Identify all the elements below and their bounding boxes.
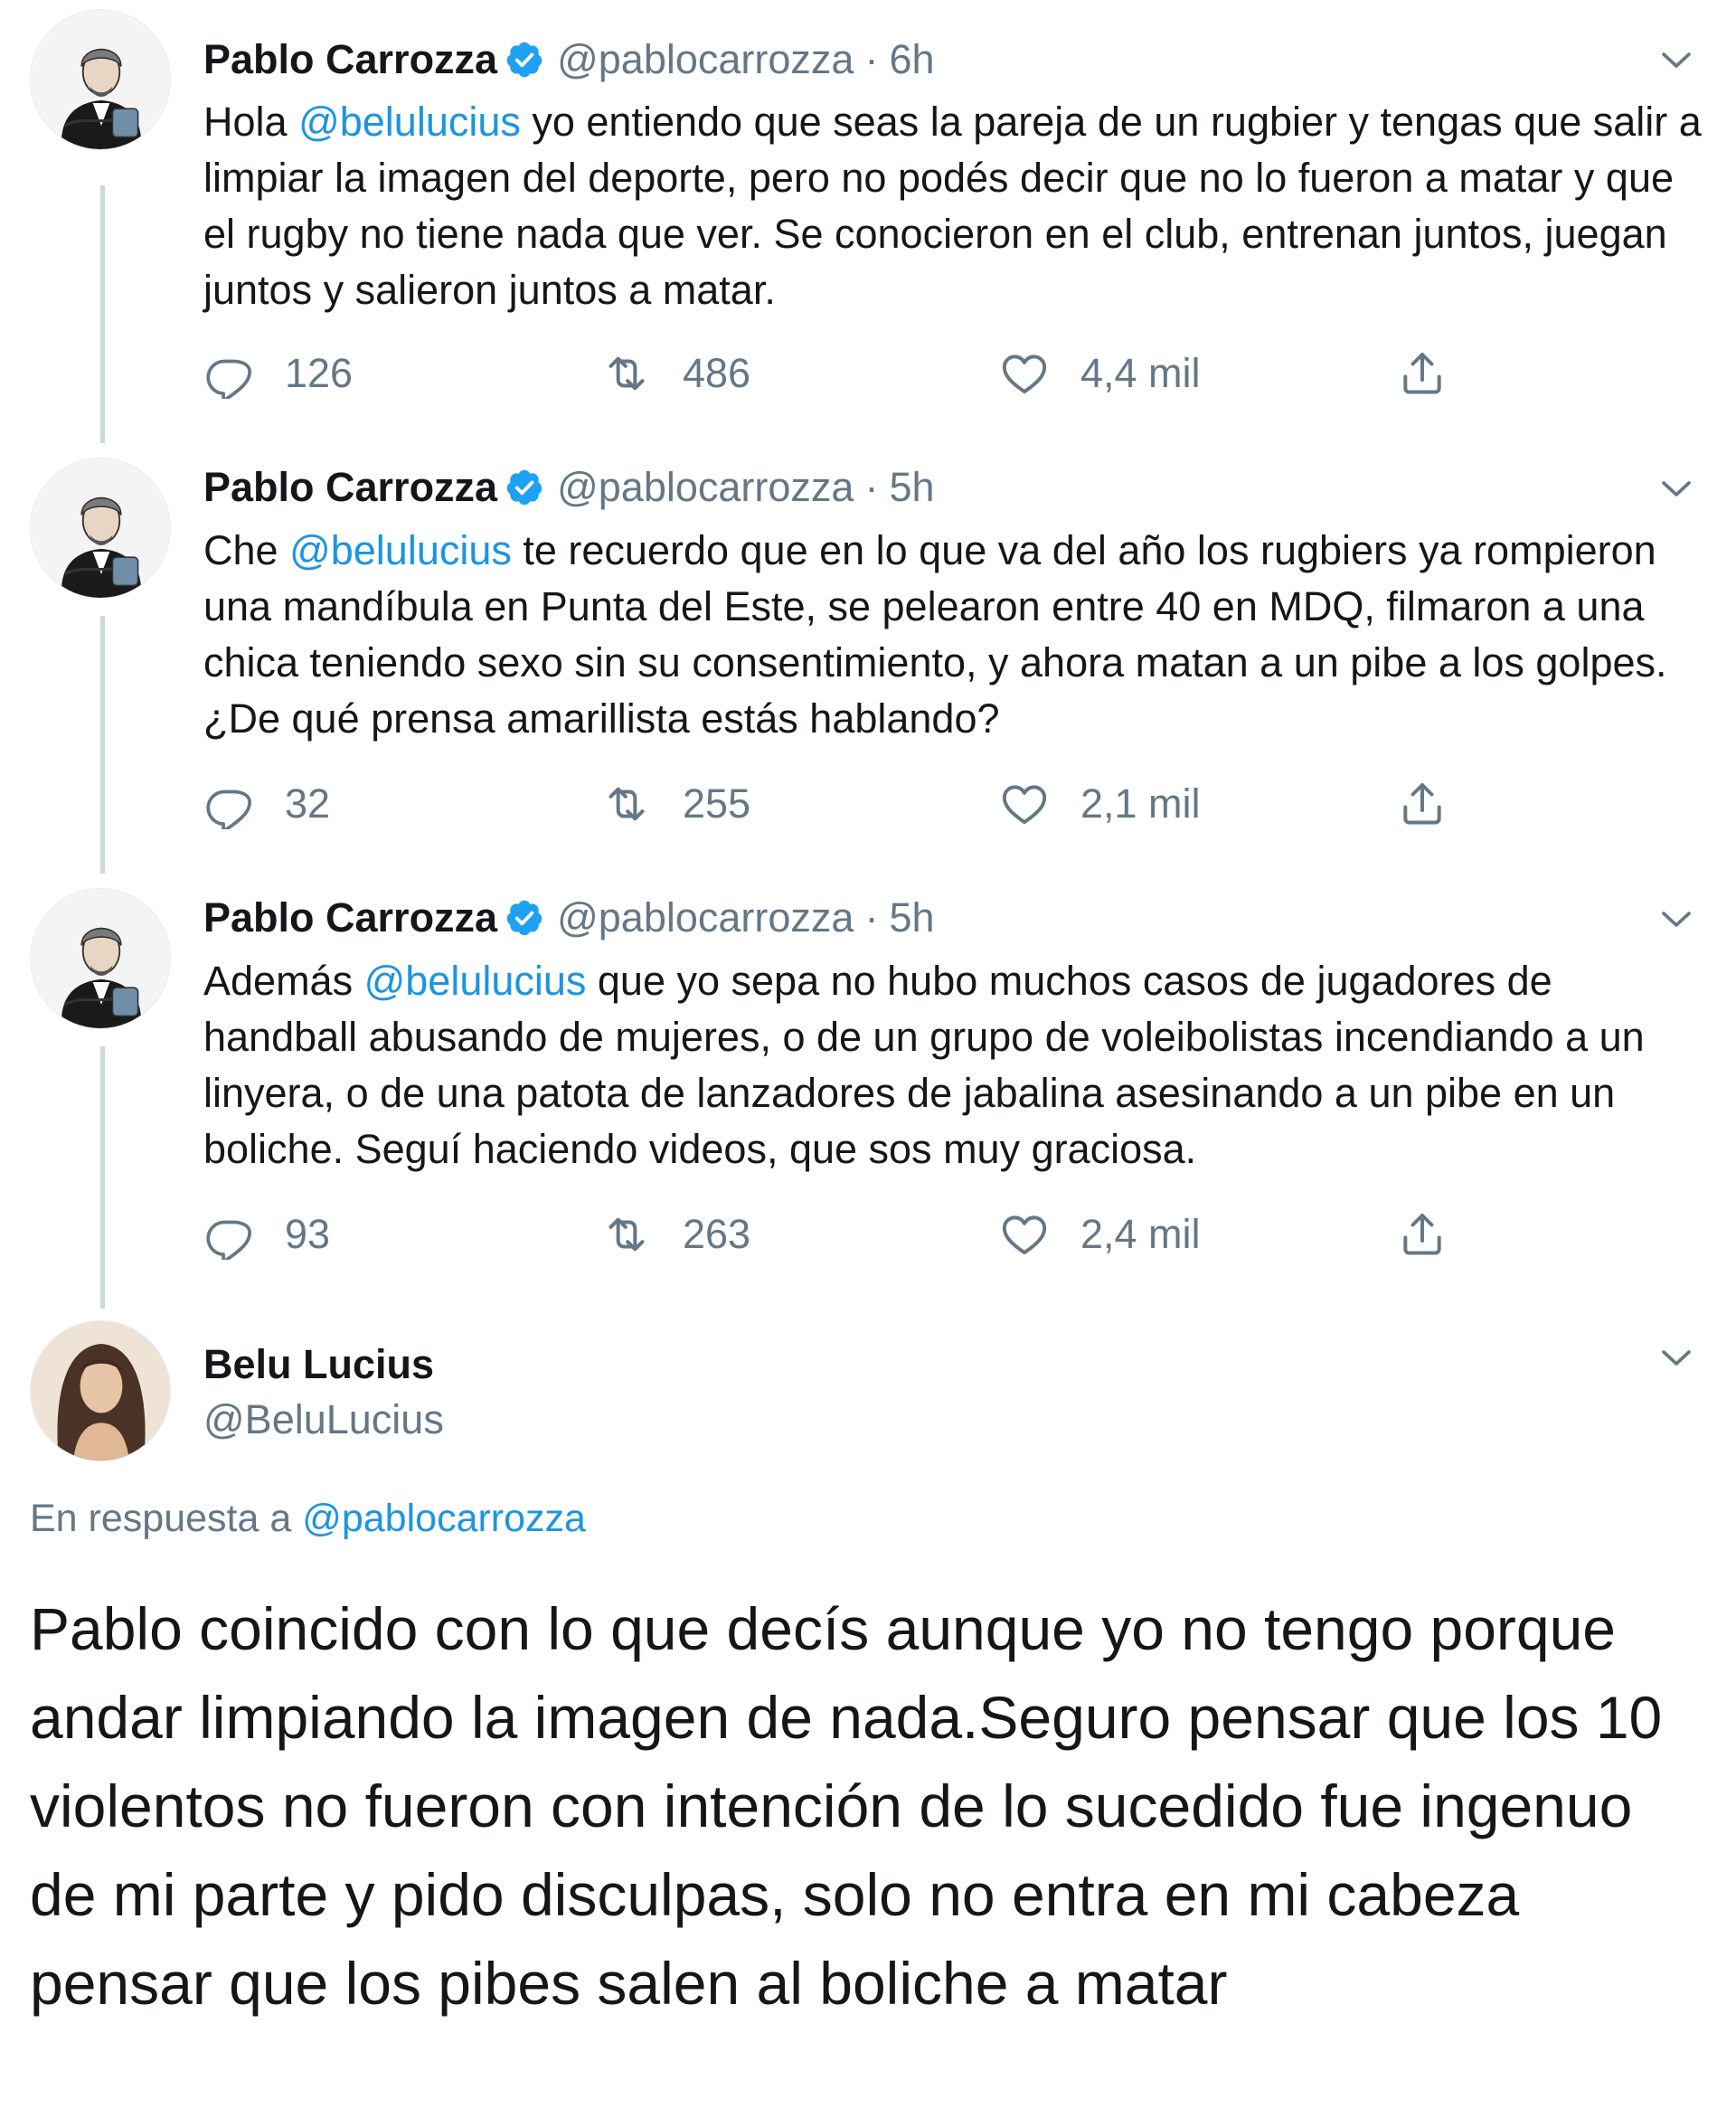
thread-line — [100, 616, 105, 874]
share-icon — [1397, 1209, 1448, 1260]
heart-icon — [999, 779, 1050, 829]
separator-dot: · — [864, 36, 879, 82]
share-button[interactable] — [1397, 1203, 1478, 1266]
tweet-header: Pablo Carrozza @pablocarrozza · 6h — [203, 33, 935, 87]
reply-prefix: En respuesta a — [30, 1497, 303, 1540]
tweet-header: Pablo Carrozza @pablocarrozza · 5h — [203, 460, 935, 515]
author-name[interactable]: Pablo Carrozza — [203, 894, 497, 941]
mention-link[interactable]: @belulucius — [289, 527, 512, 573]
mention-link[interactable]: @belulucius — [364, 958, 587, 1004]
reply-icon — [203, 348, 254, 399]
retweet-icon — [601, 1209, 652, 1260]
avatar[interactable] — [30, 458, 171, 599]
reply-icon — [203, 779, 254, 829]
heart-icon — [999, 348, 1050, 399]
separator-dot: · — [864, 464, 879, 510]
tweet-text-start: Che — [203, 527, 290, 573]
reply-to-link[interactable]: @pablocarrozza — [302, 1497, 586, 1540]
verified-badge-icon — [505, 40, 544, 80]
tweet-actions: 32 255 2,1 mil — [203, 772, 1469, 836]
avatar-image — [31, 10, 171, 150]
avatar-image — [31, 1321, 171, 1461]
reply-button[interactable]: 93 — [203, 1203, 330, 1266]
thread-line — [100, 185, 105, 443]
reply-count: 32 — [285, 780, 331, 827]
verified-badge-icon — [505, 468, 544, 507]
like-button[interactable]: 2,1 mil — [999, 772, 1201, 836]
retweet-count: 486 — [683, 350, 751, 396]
tweet-time[interactable]: 6h — [889, 36, 934, 83]
share-button[interactable] — [1397, 342, 1478, 405]
verified-badge-icon — [505, 898, 544, 938]
thread-line — [100, 1046, 105, 1309]
tweet-text: Además @belulucius que yo sepa no hubo m… — [203, 953, 1704, 1177]
chevron-down-icon[interactable] — [1655, 1336, 1698, 1379]
tweet-actions: 93 263 2,4 mil — [203, 1203, 1469, 1266]
tweet-time[interactable]: 5h — [889, 464, 934, 511]
retweet-icon — [601, 348, 652, 399]
tweet-header: Pablo Carrozza @pablocarrozza · 5h — [203, 891, 935, 945]
tweet-time[interactable]: 5h — [889, 894, 934, 941]
avatar-image — [31, 889, 171, 1029]
tweet-text-start: Hola — [203, 99, 299, 145]
like-button[interactable]: 4,4 mil — [999, 342, 1201, 405]
reply-icon — [203, 1209, 254, 1260]
reply-text: Pablo coincido con lo que decís aunque y… — [30, 1595, 1663, 2017]
like-count: 2,1 mil — [1080, 780, 1201, 827]
author-handle[interactable]: @pablocarrozza — [557, 894, 854, 941]
avatar-belu[interactable] — [30, 1320, 171, 1461]
like-count: 2,4 mil — [1080, 1211, 1201, 1257]
author-handle[interactable]: @pablocarrozza — [557, 464, 854, 511]
tweet-text: Hola @belulucius yo entiendo que seas la… — [203, 94, 1704, 318]
separator-dot: · — [864, 894, 879, 941]
reply-count: 126 — [285, 350, 354, 396]
share-icon — [1397, 779, 1448, 829]
author-handle[interactable]: @pablocarrozza — [557, 36, 854, 83]
like-count: 4,4 mil — [1080, 350, 1201, 396]
retweet-button[interactable]: 255 — [601, 772, 750, 836]
retweet-button[interactable]: 263 — [601, 1203, 750, 1266]
like-button[interactable]: 2,4 mil — [999, 1203, 1201, 1266]
mention-link[interactable]: @belulucius — [298, 99, 521, 145]
share-button[interactable] — [1397, 772, 1478, 836]
retweet-count: 255 — [683, 780, 751, 827]
tweet-text-start: Además — [203, 958, 364, 1004]
reply-button[interactable]: 32 — [203, 772, 330, 836]
tweet-actions: 126 486 4,4 mil — [203, 342, 1469, 405]
retweet-count: 263 — [683, 1211, 751, 1257]
author-name[interactable]: Pablo Carrozza — [203, 36, 497, 83]
reply-context: En respuesta a @pablocarrozza — [30, 1497, 586, 1541]
reply-button[interactable]: 126 — [203, 342, 353, 405]
share-icon — [1397, 348, 1448, 399]
retweet-icon — [601, 779, 652, 829]
avatar[interactable] — [30, 9, 171, 150]
chevron-down-icon[interactable] — [1655, 38, 1698, 81]
tweet-text: Che @belulucius te recuerdo que en lo qu… — [203, 523, 1704, 747]
chevron-down-icon[interactable] — [1655, 897, 1698, 941]
author-name[interactable]: Belu Lucius — [203, 1341, 434, 1388]
retweet-button[interactable]: 486 — [601, 342, 750, 405]
chevron-down-icon[interactable] — [1655, 467, 1698, 510]
avatar[interactable] — [30, 888, 171, 1029]
heart-icon — [999, 1209, 1050, 1260]
author-handle[interactable]: @BeluLucius — [203, 1396, 444, 1443]
avatar-image — [31, 458, 171, 599]
reply-count: 93 — [285, 1211, 331, 1257]
author-name[interactable]: Pablo Carrozza — [203, 464, 497, 511]
